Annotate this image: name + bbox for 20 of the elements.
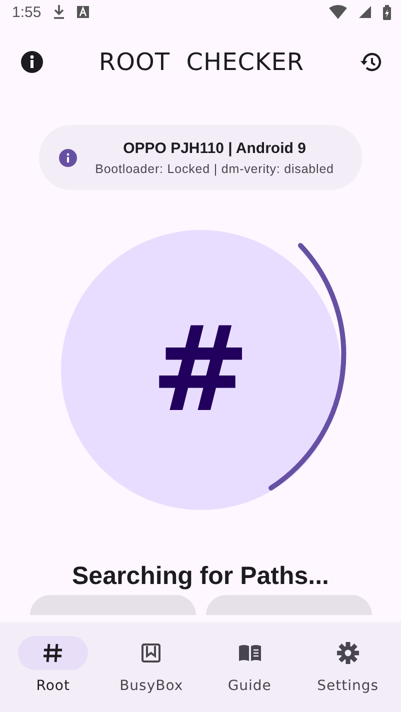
- hash-symbol: #: [150, 302, 251, 438]
- nav-tab[interactable]: Settings: [298, 622, 397, 712]
- bookmark-box-icon: [139, 641, 164, 665]
- app-notification-icon: [77, 6, 90, 18]
- settings-icon: [336, 641, 360, 665]
- battery-icon: [383, 4, 391, 20]
- nav-tab[interactable]: Guide: [200, 622, 299, 712]
- device-status: Bootloader: Locked | dm-verity: disabled: [94, 162, 335, 176]
- scan-status: Searching for Paths...: [72, 562, 329, 591]
- device-model: OPPO PJH110 | Android 9: [122, 140, 307, 156]
- history-button[interactable]: [359, 50, 383, 74]
- nav-tab[interactable]: BusyBox: [102, 622, 200, 712]
- app-title: ROOT CHECKER: [98, 48, 306, 76]
- wifi-icon: [329, 5, 347, 19]
- nav-tab[interactable]: Root: [4, 622, 102, 712]
- info-icon: [59, 148, 77, 166]
- info-button[interactable]: [20, 50, 44, 74]
- download-icon: [53, 5, 66, 19]
- clock: 1:55: [12, 4, 42, 20]
- signal-icon: [359, 6, 371, 18]
